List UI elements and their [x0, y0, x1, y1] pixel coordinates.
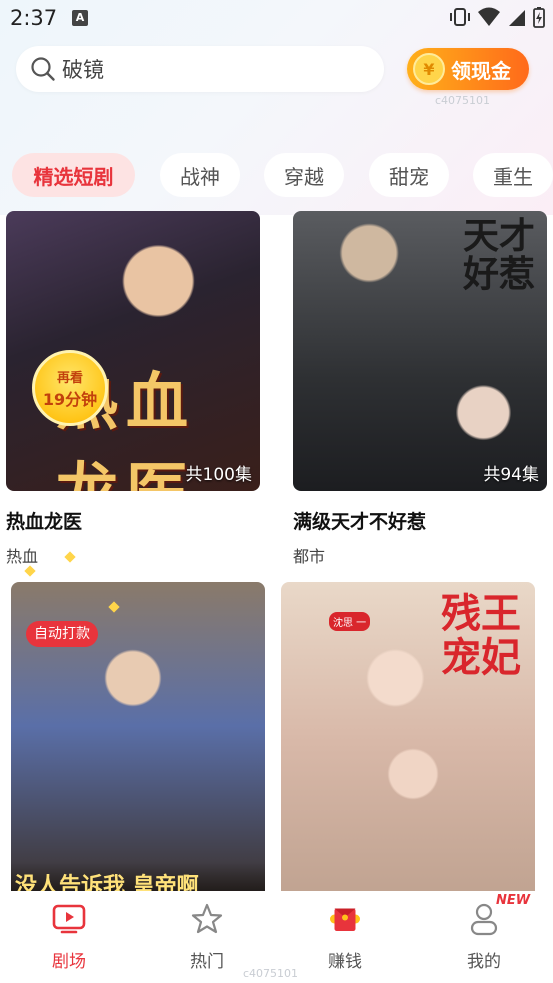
nav-label: 剧场: [52, 952, 86, 972]
claim-cash-label: 领现金: [451, 58, 511, 83]
tab-label: 战神: [180, 164, 220, 189]
claim-cash-button[interactable]: ¥ 领现金: [407, 48, 529, 90]
poster-title: 没人告诉我 皇帝啊: [11, 862, 265, 891]
drama-poster[interactable]: 沈思 一 残王宠妃: [281, 582, 535, 891]
rewatch-label: 再看: [56, 370, 83, 386]
search-text: 破镜: [62, 58, 104, 82]
drama-title[interactable]: 满级天才不好惹: [293, 507, 426, 534]
poster-tag: 沈思 一: [329, 612, 371, 631]
poster-title: 天才好惹: [463, 215, 536, 295]
poster-title: 残王宠妃: [441, 590, 521, 681]
tv-icon: [51, 901, 87, 937]
wifi-icon: [478, 7, 500, 26]
drama-poster[interactable]: 天才好惹 共94集: [293, 211, 547, 491]
star-icon: [189, 901, 225, 937]
drama-genre: 都市: [293, 547, 326, 566]
watermark: c4075101: [243, 967, 299, 980]
vibrate-icon: [450, 8, 470, 26]
tab-sweet-romance[interactable]: 甜宠: [369, 153, 449, 197]
category-tabs: 精选短剧 战神 穿越 甜宠 重生: [0, 153, 553, 199]
signal-icon: [509, 10, 525, 26]
rewatch-minutes: 19分钟: [42, 389, 98, 409]
new-badge: NEW: [496, 893, 531, 908]
tab-time-travel[interactable]: 穿越: [264, 153, 344, 197]
auto-payout-badge: 自动打款: [26, 621, 98, 647]
watermark: c4075101: [435, 94, 491, 107]
search-icon: [31, 57, 55, 81]
drama-title[interactable]: 热血龙医: [6, 507, 82, 534]
coin-icon: ¥: [413, 53, 445, 85]
nav-hot[interactable]: 热门: [147, 901, 267, 972]
nav-label: 赚钱: [328, 952, 362, 972]
status-icons: [449, 6, 545, 28]
episode-count: 共100集: [185, 465, 252, 485]
tab-label: 重生: [493, 164, 533, 189]
search-bar[interactable]: 破镜: [16, 46, 384, 92]
status-time: 2:37: [10, 6, 58, 30]
nav-label: 热门: [190, 952, 224, 972]
red-envelope-icon: [327, 901, 363, 937]
tab-label: 穿越: [284, 164, 324, 189]
sparkle-icon: [24, 565, 36, 577]
tab-label: 甜宠: [389, 164, 429, 189]
tab-label: 精选短剧: [33, 164, 114, 189]
nav-label: 我的: [467, 952, 501, 972]
drama-poster[interactable]: 热血龙医 共100集: [6, 211, 260, 491]
rewatch-reward-badge[interactable]: 再看 19分钟: [32, 350, 108, 426]
notification-icon: A: [72, 10, 88, 26]
tab-war-god[interactable]: 战神: [160, 153, 240, 197]
battery-icon: [533, 7, 545, 28]
sparkle-icon: [64, 551, 76, 563]
tab-featured[interactable]: 精选短剧: [12, 153, 135, 197]
nav-earn[interactable]: 赚钱: [285, 901, 405, 972]
drama-grid: 热血龙医 共100集 天才好惹 共94集 热血龙医 热血 满级天才不好惹 都市 …: [0, 211, 553, 891]
nav-theater[interactable]: 剧场: [9, 901, 129, 972]
status-bar: 2:37 A: [0, 0, 553, 36]
tab-rebirth[interactable]: 重生: [473, 153, 553, 197]
drama-genre: 热血: [6, 547, 39, 566]
nav-profile[interactable]: 我的: [424, 901, 544, 972]
episode-count: 共94集: [483, 465, 539, 485]
